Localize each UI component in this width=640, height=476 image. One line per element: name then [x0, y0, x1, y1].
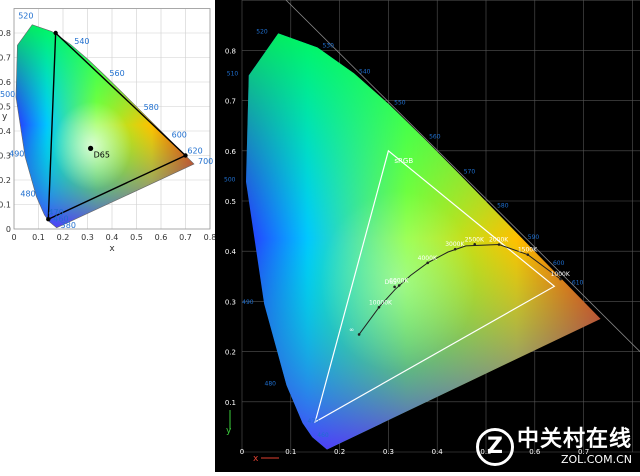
- wavelength-label: 490: [242, 299, 254, 306]
- zol-watermark: Z 中关村在线 ZOL.COM.CN: [476, 421, 632, 466]
- gamut-vertex: [46, 217, 51, 222]
- wavelength-label: 530: [322, 42, 334, 49]
- x-tick-label: 0.3: [383, 448, 394, 456]
- y-axis-label: y: [226, 426, 232, 436]
- x-tick-label: 0.5: [130, 233, 143, 242]
- cct-label: 2500K: [465, 236, 485, 243]
- x-tick-label: 0: [11, 233, 16, 242]
- cct-point: [453, 247, 457, 251]
- wavelength-label: 560: [429, 134, 441, 141]
- watermark-title: 中关村在线: [516, 427, 632, 452]
- wavelength-label: 600: [553, 260, 565, 267]
- cct-label: 6000K: [389, 277, 409, 284]
- small-chromaticity-chart: D65 380 460 470 480 490 500 520 540 560 580 600 620 7…: [0, 0, 216, 255]
- wavelength-label: 540: [74, 37, 89, 46]
- wavelength-label: 500: [224, 177, 236, 184]
- y-tick-label: 0: [6, 225, 11, 234]
- cct-label: 3000K: [445, 241, 465, 248]
- cct-label: 2000K: [489, 237, 509, 244]
- watermark-logo-letter: Z: [487, 434, 503, 459]
- x-axis-label: x: [109, 244, 115, 254]
- x-tick-label: 0.2: [57, 233, 70, 242]
- x-tick-label: 0.4: [432, 448, 444, 456]
- x-tick-label: 0.1: [32, 233, 45, 242]
- wavelength-label: 510: [227, 70, 239, 77]
- y-tick-label: 0.1: [0, 201, 11, 210]
- y-tick-label: 0.7: [0, 54, 11, 63]
- y-axis-label: y: [2, 112, 8, 122]
- x-tick-label: 0.1: [285, 448, 296, 456]
- cct-label: 1500K: [518, 247, 538, 254]
- cct-label: 4000K: [418, 255, 438, 262]
- wavelength-label: 480: [265, 380, 277, 387]
- wavelength-label: 470: [48, 208, 63, 217]
- wavelength-label: 480: [20, 189, 35, 198]
- y-tick-label: 0.6: [225, 148, 237, 156]
- wavelength-label: 540: [359, 68, 371, 75]
- white-point: [88, 145, 94, 151]
- wavelength-label: 610: [572, 279, 584, 286]
- cct-point: [426, 261, 429, 265]
- wavelength-label: 700: [198, 157, 213, 166]
- gamut-vertex: [53, 30, 58, 36]
- gamut-fill: [16, 24, 195, 228]
- gamut-label: sRGB: [394, 157, 413, 165]
- x-tick-label: 0: [240, 448, 244, 456]
- wavelength-label: 550: [394, 99, 406, 106]
- wavelength-label: 520: [256, 28, 268, 35]
- x-tick-label: 0.7: [179, 233, 192, 242]
- small-chart-svg: D653804604704804905005205405605806006207…: [0, 8, 216, 254]
- y-tick-label: 0.2: [0, 176, 11, 185]
- y-tick-label: 0.4: [225, 248, 237, 256]
- cct-point: [497, 243, 501, 246]
- cct-point: [357, 333, 361, 336]
- cct-point: [559, 277, 562, 281]
- wavelength-label: 620: [187, 146, 202, 155]
- x-tick-label: 0.8: [204, 233, 215, 242]
- watermark-domain: ZOL.COM.CN: [560, 453, 632, 466]
- wavelength-label: 470: [308, 418, 320, 425]
- y-tick-label: 0.1: [225, 399, 236, 407]
- y-tick-label: 0.6: [0, 78, 11, 87]
- wavelength-label: 460: [317, 432, 329, 439]
- large-chromaticity-chart: sRGB ∞ 10000K D65 6000K 4000K 3000K 2500K 2000K 1…: [215, 0, 640, 472]
- x-tick-label: 0.2: [334, 448, 345, 456]
- cct-point: [377, 305, 381, 309]
- cct-label: 1000K: [551, 271, 571, 278]
- wavelength-label: 500: [0, 90, 15, 99]
- large-chart-svg: sRGB∞10000KD656000K4000K3000K2500K 2000K1…: [224, 0, 640, 464]
- wavelength-label: 560: [109, 69, 124, 78]
- y-tick-label: 0.8: [225, 47, 236, 55]
- x-axis-label: x: [253, 454, 259, 464]
- gamut-fill: [246, 33, 601, 450]
- wavelength-label: 600: [172, 131, 187, 140]
- cct-label: ∞: [349, 326, 354, 333]
- x-tick-label: 0.3: [81, 233, 94, 242]
- y-tick-label: 0.7: [225, 98, 236, 106]
- wavelength-label: 580: [144, 103, 159, 112]
- wavelength-label: 590: [528, 234, 540, 241]
- y-tick-label: 0.5: [0, 103, 11, 112]
- cct-point: [393, 285, 396, 289]
- y-tick-label: 0.3: [0, 152, 11, 161]
- wavelength-label: 490: [9, 150, 24, 159]
- y-tick-label: 0.2: [225, 349, 236, 357]
- wavelength-label: 580: [497, 203, 509, 210]
- y-tick-label: 0.5: [225, 198, 236, 206]
- y-tick-label: 0.8: [0, 29, 11, 38]
- cct-point: [526, 253, 530, 256]
- x-tick-label: 0.4: [106, 233, 119, 242]
- x-tick-label: 0.6: [155, 233, 168, 242]
- wavelength-label: 570: [464, 169, 476, 176]
- cct-point: [397, 284, 401, 287]
- cct-point: [473, 243, 477, 246]
- wavelength-label: 520: [18, 12, 33, 21]
- y-tick-label: 0.4: [0, 127, 11, 136]
- cct-label: 10000K: [369, 299, 393, 306]
- white-point-label: D65: [94, 150, 110, 159]
- y-tick-label: 0.3: [225, 298, 236, 306]
- watermark-logo: Z: [476, 428, 514, 466]
